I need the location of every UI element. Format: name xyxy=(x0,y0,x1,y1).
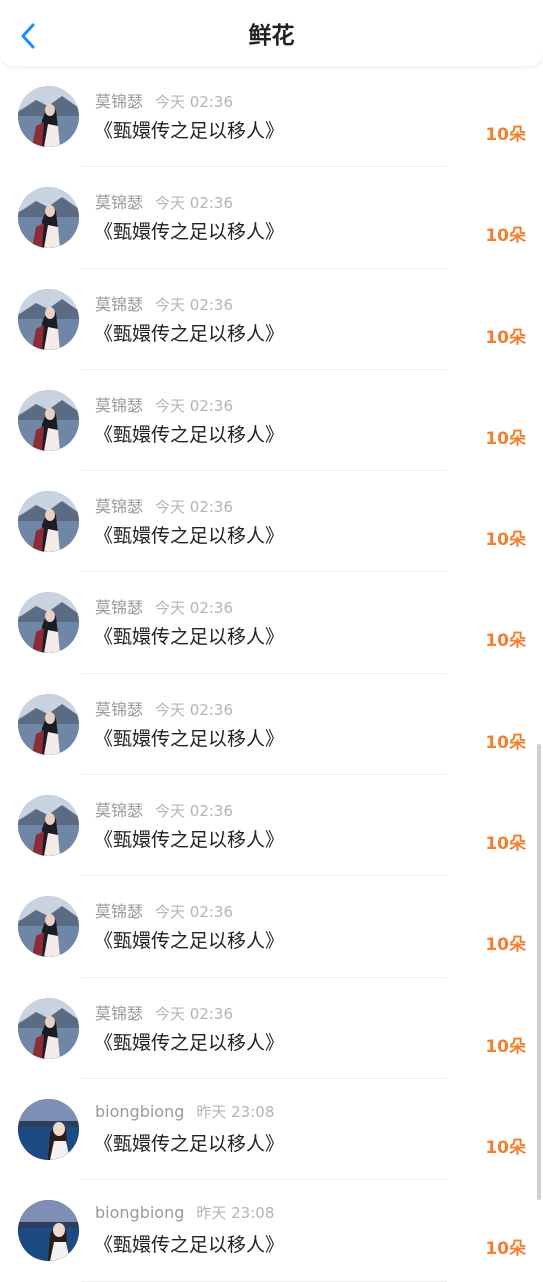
avatar[interactable] xyxy=(18,389,79,451)
username[interactable]: biongbiong xyxy=(95,1102,184,1121)
avatar[interactable] xyxy=(18,491,79,553)
book-title[interactable]: 《甄嬛传之足以移人》 xyxy=(94,521,284,548)
flower-count: 10朵 xyxy=(485,935,526,956)
list-item[interactable]: 莫锦瑟 今天 02:36 《甄嬛传之足以移人》 10朵 xyxy=(0,977,543,1079)
flower-list[interactable]: 莫锦瑟 今天 02:36 《甄嬛传之足以移人》 10朵 莫锦瑟 今天 02:36 《甄嬛传之… xyxy=(0,66,543,1282)
flower-count: 10朵 xyxy=(485,732,526,753)
book-title[interactable]: 《甄嬛传之足以移人》 xyxy=(94,926,284,953)
timestamp: 昨天 23:08 xyxy=(196,1204,275,1223)
user-meta: biongbiong 昨天 23:08 xyxy=(95,1101,274,1122)
book-title[interactable]: 《甄嬛传之足以移人》 xyxy=(94,217,284,244)
book-title[interactable]: 《甄嬛传之足以移人》 xyxy=(94,420,284,447)
avatar[interactable] xyxy=(18,795,79,857)
user-meta: biongbiong 昨天 23:08 xyxy=(95,1202,274,1223)
username[interactable]: 莫锦瑟 xyxy=(95,801,143,820)
user-meta: 莫锦瑟 今天 02:36 xyxy=(95,392,233,416)
list-item[interactable]: 莫锦瑟 今天 02:36 《甄嬛传之足以移人》 10朵 xyxy=(0,66,543,168)
header: 鲜花 xyxy=(0,0,543,66)
list-item[interactable]: 莫锦瑟 今天 02:36 《甄嬛传之足以移人》 10朵 xyxy=(0,167,543,269)
timestamp: 昨天 23:08 xyxy=(196,1102,275,1121)
page-title: 鲜花 xyxy=(248,23,295,49)
avatar[interactable] xyxy=(18,1200,79,1262)
username[interactable]: 莫锦瑟 xyxy=(95,396,143,415)
timestamp: 今天 02:36 xyxy=(155,802,234,821)
book-title[interactable]: 《甄嬛传之足以移人》 xyxy=(94,1028,284,1055)
username[interactable]: biongbiong xyxy=(95,1203,184,1222)
timestamp: 今天 02:36 xyxy=(155,194,234,213)
username[interactable]: 莫锦瑟 xyxy=(95,700,143,719)
user-meta: 莫锦瑟 今天 02:36 xyxy=(95,696,233,720)
avatar[interactable] xyxy=(18,187,79,249)
divider xyxy=(82,1280,447,1282)
avatar[interactable] xyxy=(18,896,79,958)
avatar[interactable] xyxy=(18,693,79,755)
timestamp: 今天 02:36 xyxy=(155,700,234,719)
timestamp: 今天 02:36 xyxy=(155,498,234,517)
user-meta: 莫锦瑟 今天 02:36 xyxy=(95,493,233,517)
flower-count: 10朵 xyxy=(485,1036,526,1057)
username[interactable]: 莫锦瑟 xyxy=(95,295,143,314)
list-item[interactable]: 莫锦瑟 今天 02:36 《甄嬛传之足以移人》 10朵 xyxy=(0,369,543,472)
flower-count: 10朵 xyxy=(485,1137,526,1158)
username[interactable]: 莫锦瑟 xyxy=(95,92,143,111)
username[interactable]: 莫锦瑟 xyxy=(95,497,143,516)
list-item[interactable]: 莫锦瑟 今天 02:36 《甄嬛传之足以移人》 10朵 xyxy=(0,775,543,877)
book-title[interactable]: 《甄嬛传之足以移人》 xyxy=(94,825,284,852)
book-title[interactable]: 《甄嬛传之足以移人》 xyxy=(94,1129,284,1156)
timestamp: 今天 02:36 xyxy=(155,396,234,415)
list-item[interactable]: 莫锦瑟 今天 02:36 《甄嬛传之足以移人》 10朵 xyxy=(0,876,543,978)
user-meta: 莫锦瑟 今天 02:36 xyxy=(95,797,233,821)
flower-count: 10朵 xyxy=(485,125,526,145)
avatar[interactable] xyxy=(18,1098,79,1160)
book-title[interactable]: 《甄嬛传之足以移人》 xyxy=(94,1230,284,1257)
list-item[interactable]: 莫锦瑟 今天 02:36 《甄嬛传之足以移人》 10朵 xyxy=(0,673,543,776)
list-item[interactable]: biongbiong 昨天 23:08 《甄嬛传之足以移人》 10朵 xyxy=(0,1180,543,1282)
flower-count: 10朵 xyxy=(485,834,526,855)
flower-count: 10朵 xyxy=(485,428,526,449)
book-title[interactable]: 《甄嬛传之足以移人》 xyxy=(94,622,284,649)
username[interactable]: 莫锦瑟 xyxy=(95,1004,143,1023)
timestamp: 今天 02:36 xyxy=(155,903,234,922)
list-item[interactable]: biongbiong 昨天 23:08 《甄嬛传之足以移人》 10朵 xyxy=(0,1078,543,1181)
avatar[interactable] xyxy=(18,288,79,350)
timestamp: 今天 02:36 xyxy=(155,295,234,314)
username[interactable]: 莫锦瑟 xyxy=(95,193,143,212)
user-meta: 莫锦瑟 今天 02:36 xyxy=(95,1000,233,1024)
username[interactable]: 莫锦瑟 xyxy=(95,598,143,617)
timestamp: 今天 02:36 xyxy=(155,1004,234,1023)
avatar[interactable] xyxy=(18,86,79,147)
flower-count: 10朵 xyxy=(485,327,526,348)
scrollbar[interactable] xyxy=(537,744,541,1200)
list-item[interactable]: 莫锦瑟 今天 02:36 《甄嬛传之足以移人》 10朵 xyxy=(0,572,543,674)
flower-count: 10朵 xyxy=(485,226,526,247)
flower-count: 10朵 xyxy=(485,631,526,652)
timestamp: 今天 02:36 xyxy=(155,93,234,111)
list-item[interactable]: 莫锦瑟 今天 02:36 《甄嬛传之足以移人》 10朵 xyxy=(0,268,543,370)
flower-count: 10朵 xyxy=(485,530,526,551)
list-item[interactable]: 莫锦瑟 今天 02:36 《甄嬛传之足以移人》 10朵 xyxy=(0,471,543,573)
user-meta: 莫锦瑟 今天 02:36 xyxy=(95,898,233,922)
username[interactable]: 莫锦瑟 xyxy=(95,902,143,921)
timestamp: 今天 02:36 xyxy=(155,599,234,618)
user-meta: 莫锦瑟 今天 02:36 xyxy=(95,594,233,618)
user-meta: 莫锦瑟 今天 02:36 xyxy=(95,88,233,112)
book-title[interactable]: 《甄嬛传之足以移人》 xyxy=(94,319,284,346)
avatar[interactable] xyxy=(18,592,79,654)
avatar[interactable] xyxy=(18,997,79,1059)
flower-count: 10朵 xyxy=(485,1239,526,1260)
user-meta: 莫锦瑟 今天 02:36 xyxy=(95,189,233,213)
user-meta: 莫锦瑟 今天 02:36 xyxy=(95,291,233,315)
book-title[interactable]: 《甄嬛传之足以移人》 xyxy=(94,724,284,751)
book-title[interactable]: 《甄嬛传之足以移人》 xyxy=(94,116,284,143)
